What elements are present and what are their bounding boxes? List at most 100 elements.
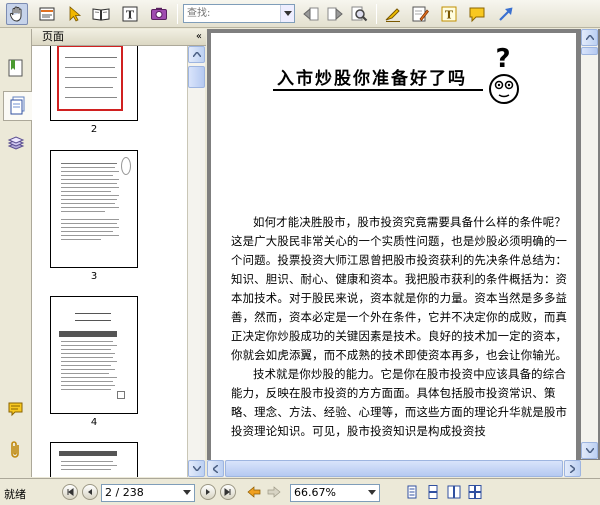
pages-tab[interactable]	[3, 91, 32, 121]
panel-title: 页面	[42, 30, 64, 43]
horizontal-scrollbar[interactable]	[207, 460, 581, 477]
note-edit-button[interactable]	[409, 3, 431, 25]
bookmark-page-icon	[8, 59, 23, 77]
scroll-up-button[interactable]	[581, 29, 598, 46]
text-box-icon: T	[441, 6, 457, 22]
bookmarks-tab[interactable]	[4, 53, 28, 83]
scroll-down-button[interactable]	[188, 460, 205, 477]
search-button[interactable]	[348, 3, 370, 25]
single-page-icon	[407, 485, 417, 499]
chevron-up-icon	[585, 35, 594, 40]
page-thumbnail[interactable]	[50, 296, 138, 414]
scroll-down-button[interactable]	[581, 442, 598, 459]
snapshot-button[interactable]	[148, 3, 170, 25]
previous-page-button[interactable]	[82, 484, 98, 500]
diagonal-arrow-icon	[499, 7, 513, 21]
highlight-tool-button[interactable]	[382, 3, 404, 25]
next-page-icon	[206, 489, 210, 495]
page-dropdown-toggle[interactable]	[180, 485, 194, 501]
first-page-button[interactable]	[62, 484, 78, 500]
document-view[interactable]: 入市炒股你准备好了吗 ? 如何才能决胜股市，股市投资究竟需要具备什么样的条件呢？…	[207, 29, 600, 477]
page-thumbnail[interactable]	[50, 46, 138, 121]
text-tool-button[interactable]: T	[119, 3, 141, 25]
chevron-left-icon	[213, 464, 218, 473]
page-thumbnail[interactable]	[50, 442, 138, 477]
single-page-view-button[interactable]	[404, 484, 420, 500]
paragraph: 技术就是你炒股的能力。它是你在股市投资中应该具备的综合能力，反映在股市投资的方方…	[231, 367, 568, 438]
status-bar: 就绪 2 / 238 66.67%	[0, 478, 600, 505]
go-forward-button[interactable]	[266, 484, 282, 500]
continuous-facing-view-button[interactable]	[467, 484, 483, 500]
comment-tool-button[interactable]	[466, 3, 488, 25]
facing-view-button[interactable]	[446, 484, 462, 500]
scroll-left-button[interactable]	[207, 460, 224, 477]
chevron-down-icon	[183, 490, 191, 495]
document-scrollbar[interactable]	[581, 29, 598, 459]
find-dropdown-toggle[interactable]	[280, 5, 294, 22]
go-back-button[interactable]	[246, 484, 262, 500]
reading-mode-button[interactable]	[90, 3, 112, 25]
find-combobox[interactable]	[183, 4, 295, 23]
scroll-right-button[interactable]	[564, 460, 581, 477]
paragraph: 如何才能决胜股市，股市投资究竟需要具备什么样的条件呢？这是广大股民非常关心的一个…	[231, 215, 568, 362]
zoom-combobox[interactable]: 66.67%	[290, 484, 380, 502]
pages-icon	[10, 96, 25, 115]
find-input[interactable]	[184, 5, 280, 22]
document-body: 如何才能决胜股市，股市投资究竟需要具备什么样的条件呢？这是广大股民非常关心的一个…	[231, 213, 571, 441]
svg-text:T: T	[445, 9, 454, 22]
continuous-facing-icon	[468, 485, 482, 499]
select-text-button[interactable]	[36, 3, 58, 25]
zoom-dropdown-toggle[interactable]	[365, 485, 379, 501]
chapter-title: 入市炒股你准备好了吗	[277, 69, 467, 89]
chevron-right-icon	[570, 464, 575, 473]
continuous-pages-icon	[428, 485, 438, 499]
toolbar-separator	[177, 4, 178, 24]
pages-panel: 页面 « 2 3 4	[32, 29, 206, 477]
comments-tab[interactable]	[4, 395, 28, 425]
collapse-panel-button[interactable]: «	[196, 29, 202, 45]
text-select-icon	[39, 7, 55, 21]
page-number-value: 2 / 238	[105, 486, 144, 499]
page-thumbnail[interactable]	[50, 150, 138, 268]
find-previous-icon	[303, 7, 319, 21]
last-page-icon	[224, 488, 231, 496]
find-previous-button[interactable]	[300, 3, 322, 25]
find-next-button[interactable]	[324, 3, 346, 25]
thumbnail-scrollbar[interactable]	[188, 46, 205, 477]
document-page: 入市炒股你准备好了吗 ? 如何才能决胜股市，股市投资究竟需要具备什么样的条件呢？…	[211, 33, 576, 473]
text-cursor-icon: T	[122, 6, 138, 22]
main-toolbar: T T	[0, 0, 600, 28]
page-number-combobox[interactable]: 2 / 238	[101, 484, 195, 502]
forward-arrow-icon	[267, 486, 281, 498]
hand-tool-button[interactable]	[6, 3, 28, 25]
attachments-tab[interactable]	[4, 435, 28, 465]
toolbar-separator	[376, 4, 377, 24]
paperclip-icon	[11, 441, 19, 458]
chevron-down-icon	[192, 466, 201, 471]
zoom-value: 66.67%	[294, 486, 336, 499]
svg-text:?: ?	[495, 44, 510, 74]
thumbnail-list: 2 3 4	[32, 46, 188, 477]
facing-pages-icon	[447, 485, 461, 499]
comment-icon	[469, 7, 485, 23]
scroll-thumb[interactable]	[225, 460, 563, 477]
scroll-thumb[interactable]	[188, 66, 205, 88]
continuous-view-button[interactable]	[425, 484, 441, 500]
scroll-up-button[interactable]	[188, 46, 205, 63]
hand-icon	[9, 6, 22, 22]
previous-page-icon	[88, 489, 92, 495]
text-box-tool-button[interactable]: T	[438, 3, 460, 25]
arrow-tool-button[interactable]	[495, 3, 517, 25]
scroll-thumb[interactable]	[581, 47, 598, 55]
navigation-rail	[0, 29, 32, 477]
last-page-button[interactable]	[220, 484, 236, 500]
arrow-select-button[interactable]	[64, 3, 86, 25]
chevron-up-icon	[192, 52, 201, 57]
highlighter-icon	[385, 8, 400, 22]
scroll-corner	[581, 460, 600, 477]
book-icon	[92, 8, 110, 21]
svg-text:T: T	[126, 9, 135, 22]
camera-icon	[151, 7, 167, 20]
layers-tab[interactable]	[4, 129, 28, 159]
next-page-button[interactable]	[200, 484, 216, 500]
